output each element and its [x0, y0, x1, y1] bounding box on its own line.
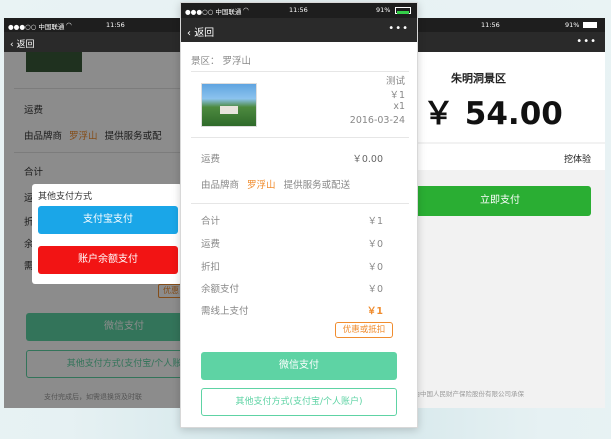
amount-panel: 朱明洞景区 ￥ 54.00	[393, 52, 605, 142]
more-menu-icon[interactable]: •••	[576, 36, 597, 47]
pay-amount: ￥ 54.00	[423, 96, 563, 132]
back-label: 返回	[16, 40, 35, 50]
merchant-prefix: 由品牌商	[201, 180, 240, 191]
wechat-pay-button[interactable]: 微信支付	[201, 352, 397, 380]
product-price: ￥1	[389, 90, 405, 101]
divider	[191, 137, 409, 138]
summary-value-total: ￥1	[367, 216, 383, 227]
wifi-icon: ◠	[243, 6, 249, 14]
merchant-name: 朱明洞景区	[451, 72, 506, 85]
product-name: 测试	[385, 76, 405, 87]
pay-now-button[interactable]: 立即支付	[409, 186, 591, 216]
back-label: 返回	[194, 28, 215, 39]
status-battery: 91%	[376, 6, 391, 14]
status-bar: ●●●○○ 中国联通 ◠ 11:56 91%	[181, 3, 417, 18]
coupon-button[interactable]: 优惠或抵扣	[335, 322, 393, 338]
status-time: 11:56	[106, 21, 125, 29]
dialog-title: 其他支付方式	[38, 192, 93, 202]
battery-icon	[583, 22, 597, 28]
freight-value: ￥0.00	[352, 154, 383, 165]
nav-bar: ‹ 返回 •••	[181, 18, 417, 42]
merchant-name[interactable]: 罗浮山	[247, 180, 276, 191]
wifi-icon: ◠	[66, 21, 72, 29]
merchant-line: 由品牌商 罗浮山 提供服务或配送	[201, 177, 350, 191]
tag-row: 挖体验	[393, 144, 605, 170]
freight-label: 运费	[201, 154, 221, 165]
more-menu-icon[interactable]: •••	[388, 23, 409, 34]
summary-value-balance: ￥0	[367, 284, 383, 295]
product-quantity: x1	[393, 101, 405, 112]
summary-label-discount: 折扣	[201, 262, 221, 273]
back-button[interactable]: ‹ 返回	[10, 37, 34, 50]
summary-value-freight: ￥0	[367, 239, 383, 250]
summary-label-freight: 运费	[201, 239, 221, 250]
insurance-footer: 全由中国人民财产保险股份有限公司承保	[407, 390, 524, 398]
alipay-button[interactable]: 支付宝支付	[38, 206, 178, 234]
summary-label-total: 合计	[201, 216, 221, 227]
balance-pay-button[interactable]: 账户余额支付	[38, 246, 178, 274]
other-pay-button[interactable]: 其他支付方式(支付宝/个人账户)	[201, 388, 397, 416]
status-time: 11:56	[289, 6, 308, 14]
back-button[interactable]: ‹ 返回	[187, 24, 214, 39]
status-bar: 11:56 91%	[393, 18, 605, 32]
product-date: 2016-03-24	[349, 115, 405, 126]
right-phone-screen: 11:56 91% ••• 朱明洞景区 ￥ 54.00 挖体验 立即支付 全由中…	[393, 18, 605, 408]
divider	[191, 203, 409, 204]
scenic-row: 景区： 罗浮山	[191, 53, 251, 67]
summary-value-discount: ￥0	[367, 262, 383, 273]
battery-icon	[395, 7, 411, 14]
summary-label-online: 需线上支付	[201, 306, 249, 317]
merchant-suffix: 提供服务或配送	[283, 180, 351, 191]
summary-value-online: ￥1	[366, 306, 383, 317]
scenic-name: 罗浮山	[222, 56, 252, 67]
scenic-label: 景区：	[191, 56, 220, 67]
divider	[191, 71, 409, 72]
middle-phone-screen: ●●●○○ 中国联通 ◠ 11:56 91% ‹ 返回 ••• 景区： 罗浮山 …	[180, 2, 418, 428]
payment-method-dialog: 其他支付方式 支付宝支付 账户余额支付	[32, 184, 182, 284]
summary-label-balance: 余额支付	[201, 284, 240, 295]
status-carrier: ●●●○○ 中国联通	[185, 8, 242, 16]
tag-label: 挖体验	[563, 155, 591, 165]
nav-bar: •••	[393, 32, 605, 52]
status-time: 11:56	[481, 21, 500, 29]
product-image	[201, 83, 257, 127]
status-carrier: ●●●○○ 中国联通	[8, 23, 65, 31]
status-battery: 91%	[565, 21, 580, 29]
